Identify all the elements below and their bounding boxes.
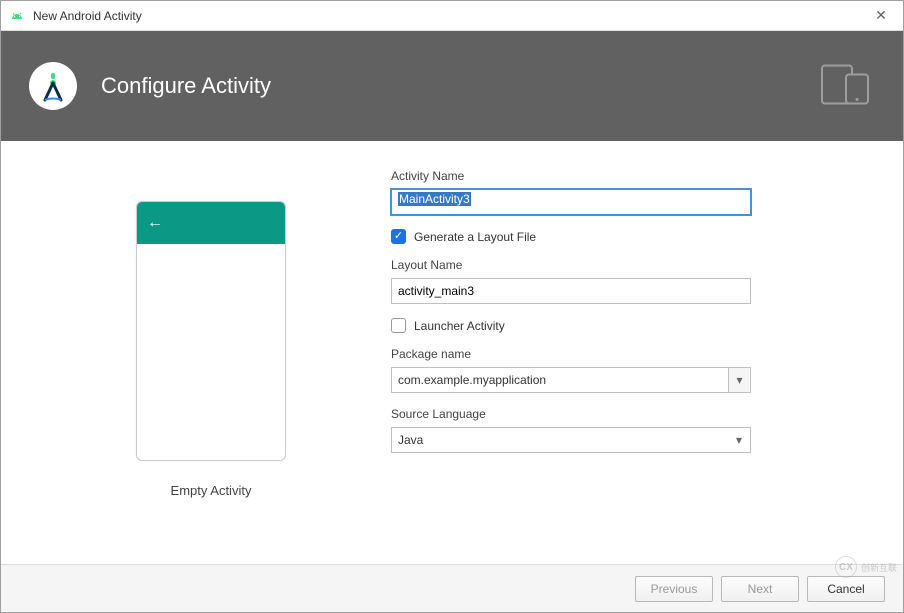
close-icon[interactable]: ✕ <box>867 7 895 24</box>
layout-name-input[interactable] <box>391 278 751 304</box>
watermark-text: 创新互联 <box>861 561 897 574</box>
activity-preview: ← <box>136 201 286 461</box>
chevron-down-icon[interactable]: ▾ <box>728 428 750 452</box>
launcher-activity-label: Launcher Activity <box>414 319 505 333</box>
header-banner: Configure Activity <box>1 31 903 141</box>
android-icon <box>9 8 25 24</box>
preview-caption: Empty Activity <box>171 483 252 498</box>
next-button[interactable]: Next <box>721 576 799 602</box>
cancel-button[interactable]: Cancel <box>807 576 885 602</box>
preview-appbar: ← <box>137 202 285 244</box>
preview-pane: ← Empty Activity <box>31 161 391 564</box>
source-language-label: Source Language <box>391 407 873 421</box>
dialog-window: New Android Activity ✕ Configure Activit… <box>0 0 904 613</box>
activity-name-input[interactable]: MainActivity3 <box>391 189 751 215</box>
launcher-activity-checkbox[interactable] <box>391 318 406 333</box>
title-bar: New Android Activity ✕ <box>1 1 903 31</box>
form-pane: Activity Name MainActivity3 ✓ Generate a… <box>391 161 873 564</box>
footer-bar: Previous Next Cancel <box>1 564 903 612</box>
page-title: Configure Activity <box>101 73 271 99</box>
layout-name-label: Layout Name <box>391 258 873 272</box>
window-title: New Android Activity <box>33 9 867 23</box>
previous-button[interactable]: Previous <box>635 576 713 602</box>
watermark-logo-icon: CX <box>835 556 857 578</box>
content-area: ← Empty Activity Activity Name MainActiv… <box>1 141 903 564</box>
package-name-label: Package name <box>391 347 873 361</box>
generate-layout-checkbox[interactable]: ✓ <box>391 229 406 244</box>
chevron-down-icon[interactable]: ▾ <box>728 368 750 392</box>
back-arrow-icon: ← <box>147 214 163 232</box>
watermark: CX 创新互联 <box>835 556 897 578</box>
devices-icon <box>821 65 875 108</box>
generate-layout-label: Generate a Layout File <box>414 230 536 244</box>
source-language-combo[interactable]: Java ▾ <box>391 427 751 453</box>
android-studio-logo-icon <box>29 62 77 110</box>
activity-name-label: Activity Name <box>391 169 873 183</box>
package-name-combo[interactable]: com.example.myapplication ▾ <box>391 367 751 393</box>
